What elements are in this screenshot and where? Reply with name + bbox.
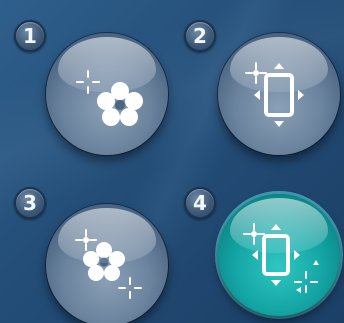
option-4: 4	[172, 160, 344, 323]
option-2: 2	[172, 0, 344, 160]
positioning-panel: 1 2 3 4	[0, 0, 344, 323]
option-2-number: 2	[184, 20, 216, 52]
option-3: 3	[0, 160, 172, 323]
option-3-number: 3	[14, 187, 46, 219]
flower-to-target-icon	[75, 229, 142, 299]
frame-with-handles-icon	[245, 62, 304, 127]
option-1: 1	[0, 0, 172, 160]
option-2-button[interactable]	[218, 33, 340, 155]
target-to-flower-icon	[76, 70, 143, 126]
option-1-number: 1	[14, 20, 46, 52]
option-3-button[interactable]	[46, 204, 168, 323]
option-1-button[interactable]	[46, 33, 168, 155]
option-4-button[interactable]	[218, 194, 340, 316]
frame-with-handles-target-icon	[243, 223, 319, 293]
option-4-number: 4	[184, 187, 216, 219]
